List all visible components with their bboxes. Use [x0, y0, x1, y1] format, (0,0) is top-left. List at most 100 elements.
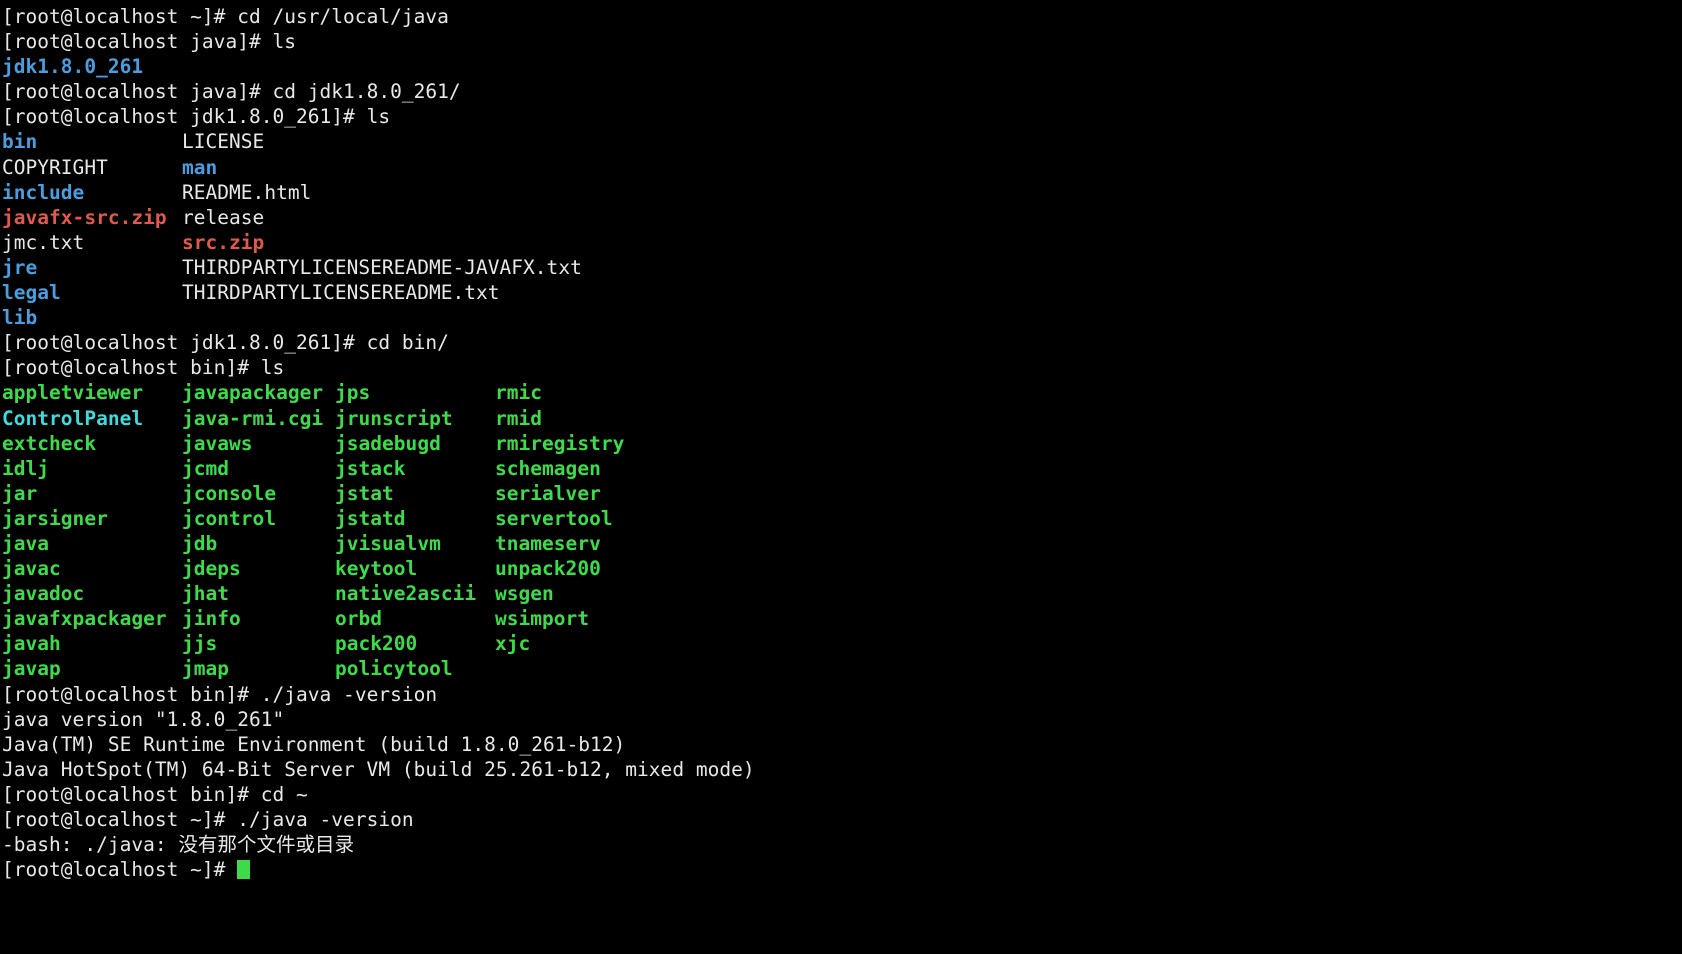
error-message: 没有那个文件或目录	[178, 833, 355, 857]
terminal-line-prompt-active[interactable]: [root@localhost ~]#	[2, 857, 1682, 882]
ls-entry: include	[2, 180, 85, 204]
ls-row: bin LICENSE	[2, 129, 1682, 154]
ls-entry: javadoc	[2, 582, 85, 606]
ls-entry: jdb	[182, 531, 218, 555]
terminal-window[interactable]: [root@localhost ~]# cd /usr/local/java […	[0, 0, 1682, 954]
ls-entry: jsadebugd	[335, 431, 441, 455]
ls-entry: jar	[2, 481, 38, 505]
terminal-line-error: -bash: ./java: 没有那个文件或目录	[2, 832, 1682, 857]
ls-entry: THIRDPARTYLICENSEREADME.txt	[182, 281, 500, 305]
ls-entry: javafx-src.zip	[2, 205, 167, 229]
terminal-line-output: Java HotSpot(TM) 64-Bit Server VM (build…	[2, 757, 1682, 782]
shell-prompt: [root@localhost bin]#	[2, 356, 261, 380]
ls-row: idlj jcmd jstack schemagen	[2, 456, 1682, 481]
command-text: ./java -version	[260, 682, 438, 706]
ls-entry: servertool	[495, 506, 613, 530]
ls-row: legal THIRDPARTYLICENSEREADME.txt	[2, 280, 1682, 305]
ls-row: javah jjs pack200 xjc	[2, 631, 1682, 656]
ls-entry: policytool	[335, 657, 453, 681]
ls-entry: jinfo	[182, 607, 241, 631]
ls-entry: tnameserv	[495, 531, 601, 555]
ls-entry: appletviewer	[2, 381, 144, 405]
ls-row: javap jmap policytool	[2, 656, 1682, 681]
ls-entry: javap	[2, 657, 61, 681]
ls-row: jre THIRDPARTYLICENSEREADME-JAVAFX.txt	[2, 255, 1682, 280]
ls-entry: jstack	[335, 456, 406, 480]
shell-prompt: [root@localhost ~]#	[2, 858, 238, 882]
ls-entry: jstat	[335, 481, 394, 505]
ls-entry: javafxpackager	[2, 607, 167, 631]
shell-prompt: [root@localhost bin]#	[2, 682, 261, 706]
ls-entry: jcontrol	[182, 506, 277, 530]
ls-entry: idlj	[2, 456, 50, 480]
ls-entry: LICENSE	[182, 130, 265, 154]
ls-entry: jmc.txt	[2, 230, 85, 254]
terminal-line-command: [root@localhost ~]# ./java -version	[2, 807, 1682, 832]
ls-entry: javaws	[182, 431, 253, 455]
ls-entry: jmap	[182, 657, 230, 681]
version-output-line: java version "1.8.0_261"	[2, 707, 285, 731]
command-text: cd /usr/local/java	[237, 5, 449, 28]
ls-entry: wsgen	[495, 582, 554, 606]
ls-entry: ControlPanel	[2, 406, 144, 430]
ls-entry: rmid	[495, 406, 543, 430]
error-prefix: -bash: ./java:	[2, 833, 179, 857]
ls-row: include README.html	[2, 180, 1682, 205]
ls-row: extcheck javaws jsadebugd rmiregistry	[2, 431, 1682, 456]
ls-entry: java	[2, 531, 50, 555]
ls-entry: serialver	[495, 481, 601, 505]
ls-entry: jstatd	[335, 506, 406, 530]
ls-row: javadoc jhat native2ascii wsgen	[2, 581, 1682, 606]
terminal-line-output: Java(TM) SE Runtime Environment (build 1…	[2, 732, 1682, 757]
terminal-line-command: [root@localhost java]# cd jdk1.8.0_261/	[2, 79, 1682, 104]
ls-entry: jdeps	[182, 557, 241, 581]
ls-entry: jhat	[182, 582, 230, 606]
ls-row: jar jconsole jstat serialver	[2, 481, 1682, 506]
command-text: ls	[366, 105, 391, 129]
ls-row: javac jdeps keytool unpack200	[2, 556, 1682, 581]
ls-entry: keytool	[335, 557, 418, 581]
ls-entry: legal	[2, 281, 61, 305]
ls-entry: jre	[2, 255, 38, 279]
ls-entry: schemagen	[495, 456, 601, 480]
command-text: ls	[260, 356, 285, 380]
ls-entry: jrunscript	[335, 406, 453, 430]
terminal-line-command: [root@localhost bin]# cd ~	[2, 782, 1682, 807]
ls-row: jmc.txt src.zip	[2, 230, 1682, 255]
terminal-line-command: [root@localhost jdk1.8.0_261]# ls	[2, 104, 1682, 129]
ls-row: jarsigner jcontrol jstatd servertool	[2, 506, 1682, 531]
terminal-line-command: [root@localhost java]# ls	[2, 29, 1682, 54]
directory-entry: jdk1.8.0_261	[2, 55, 144, 79]
terminal-line-command: [root@localhost bin]# ./java -version	[2, 682, 1682, 707]
shell-prompt: [root@localhost ~]#	[2, 808, 238, 831]
ls-row: appletviewer javapackager jps rmic	[2, 380, 1682, 405]
ls-entry: bin	[2, 130, 38, 154]
ls-entry: javah	[2, 632, 61, 656]
ls-entry: rmiregistry	[495, 431, 625, 455]
version-output-line: Java(TM) SE Runtime Environment (build 1…	[2, 732, 626, 756]
ls-entry: xjc	[495, 632, 531, 656]
ls-entry: extcheck	[2, 431, 97, 455]
ls-entry: javac	[2, 557, 61, 581]
ls-entry: man	[182, 155, 218, 179]
ls-row: lib	[2, 305, 1682, 330]
ls-row: COPYRIGHT man	[2, 155, 1682, 180]
version-output-line: Java HotSpot(TM) 64-Bit Server VM (build…	[2, 757, 755, 781]
shell-prompt: [root@localhost java]#	[2, 30, 273, 54]
ls-entry: wsimport	[495, 607, 590, 631]
ls-entry: jps	[335, 381, 371, 405]
shell-prompt: [root@localhost ~]#	[2, 5, 238, 28]
ls-entry: orbd	[335, 607, 383, 631]
ls-row: ControlPanel java-rmi.cgi jrunscript rmid	[2, 406, 1682, 431]
ls-entry: jjs	[182, 632, 218, 656]
command-text: cd bin/	[366, 331, 449, 355]
shell-prompt: [root@localhost jdk1.8.0_261]#	[2, 105, 367, 129]
ls-entry: src.zip	[182, 230, 265, 254]
terminal-line-output: jdk1.8.0_261	[2, 54, 1682, 79]
ls-entry: rmic	[495, 381, 543, 405]
ls-entry: jarsigner	[2, 506, 108, 530]
ls-entry: jcmd	[182, 456, 230, 480]
ls-entry: unpack200	[495, 557, 601, 581]
shell-prompt: [root@localhost bin]#	[2, 782, 261, 806]
ls-entry: jconsole	[182, 481, 277, 505]
